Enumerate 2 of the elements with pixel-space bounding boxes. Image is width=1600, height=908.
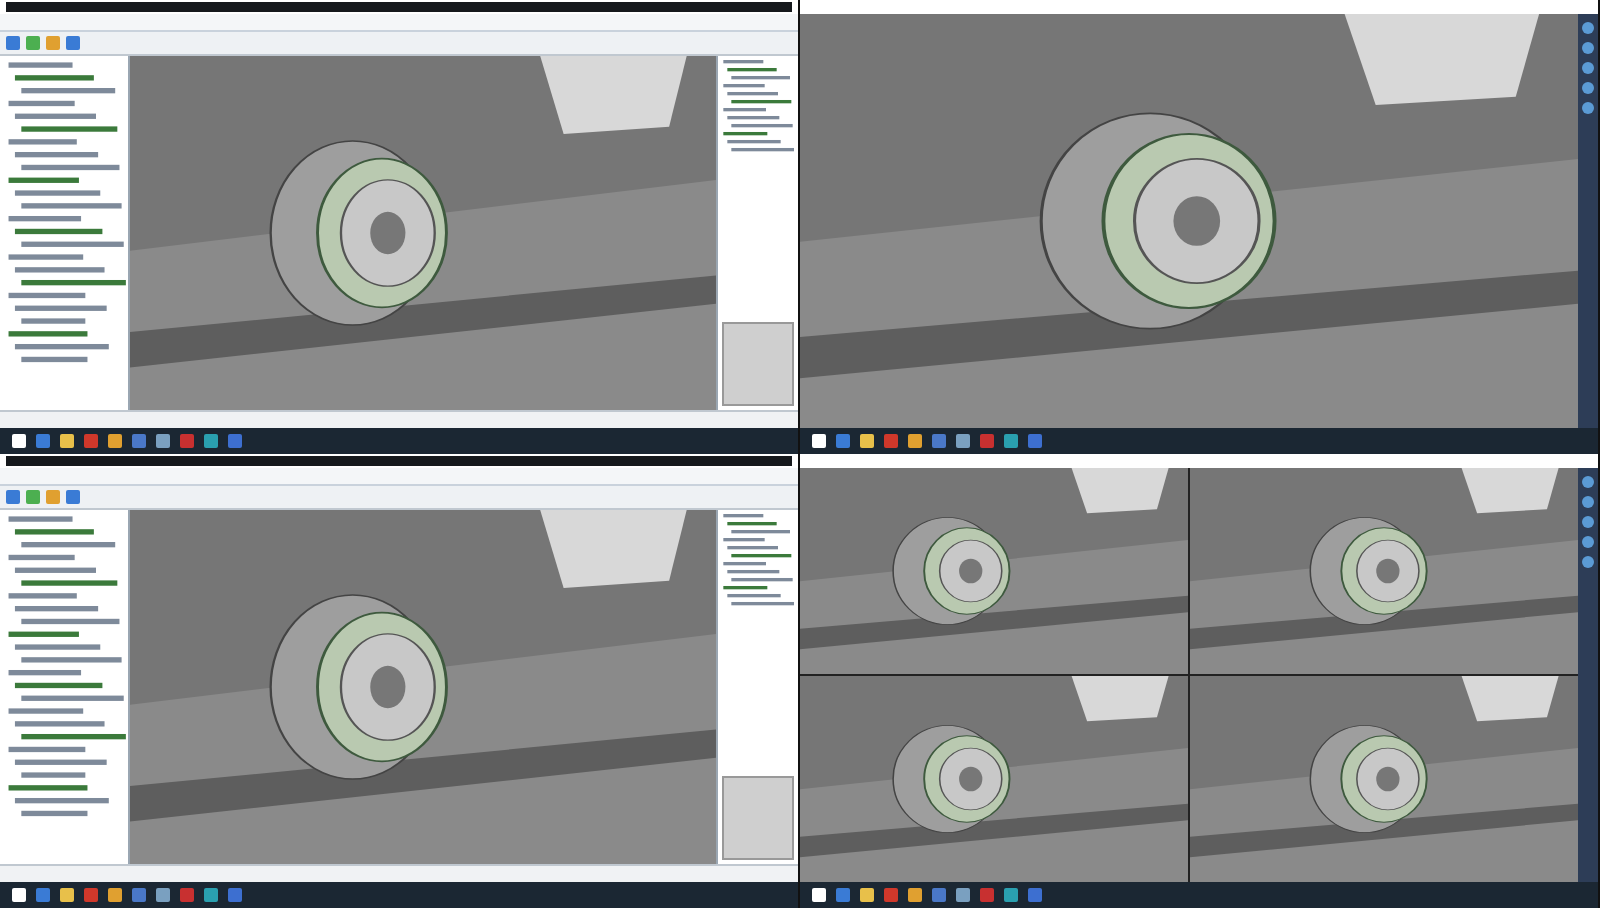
- preview-thumbnail: [722, 776, 794, 860]
- preview-thumbnail: [722, 322, 794, 406]
